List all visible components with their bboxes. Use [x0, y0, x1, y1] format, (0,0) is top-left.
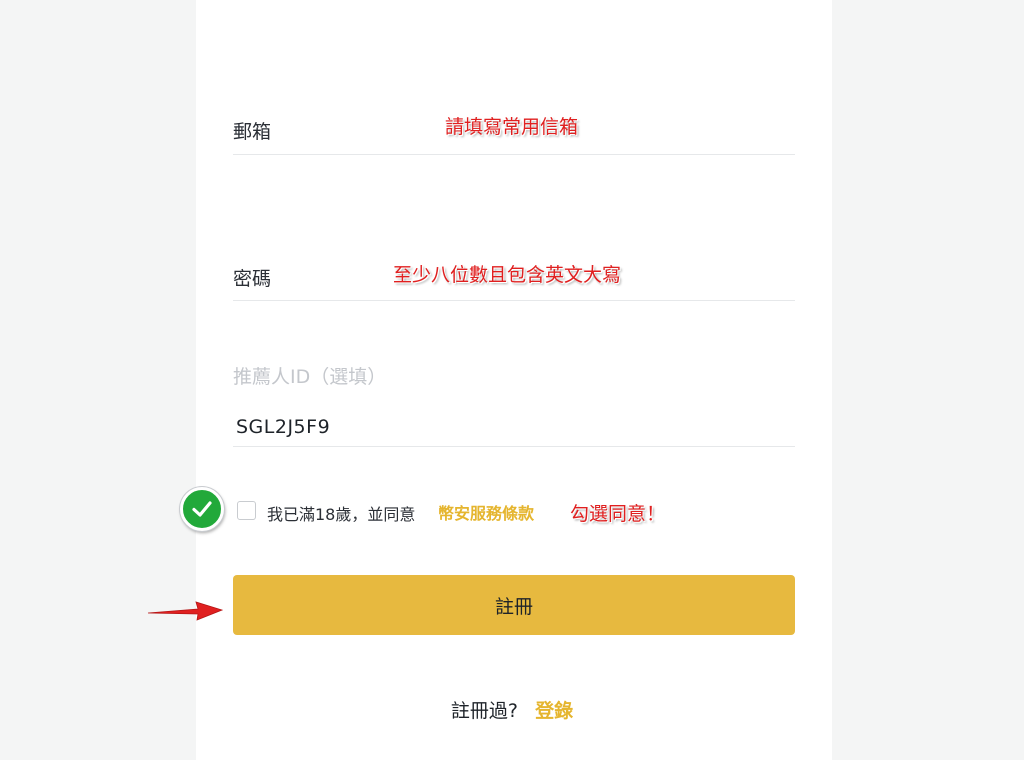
login-link[interactable]: 登錄	[535, 700, 573, 722]
login-row: 註冊過? 登錄	[0, 696, 1024, 723]
password-annotation: 至少八位數且包含英文大寫	[393, 264, 622, 286]
referral-input[interactable]: SGL2J5F9	[236, 416, 330, 438]
check-circle-icon	[180, 487, 224, 531]
terms-checkbox[interactable]	[237, 501, 256, 520]
login-prompt: 註冊過?	[450, 700, 518, 722]
referral-label: 推薦人ID（選填）	[233, 366, 387, 388]
terms-annotation: 勾選同意！	[570, 503, 666, 525]
password-underline	[233, 300, 795, 301]
email-underline	[233, 154, 795, 155]
referral-underline	[233, 446, 795, 447]
terms-text: 我已滿18歲，並同意	[267, 505, 416, 524]
email-label: 郵箱	[233, 121, 272, 143]
red-arrow-icon	[147, 601, 224, 621]
referral-field[interactable]: 推薦人ID（選填） SGL2J5F9	[233, 360, 795, 450]
password-label: 密碼	[233, 268, 272, 290]
email-annotation: 請填寫常用信箱	[445, 116, 579, 138]
register-button[interactable]: 註冊	[233, 575, 795, 635]
terms-link[interactable]: 幣安服務條款	[438, 500, 534, 524]
